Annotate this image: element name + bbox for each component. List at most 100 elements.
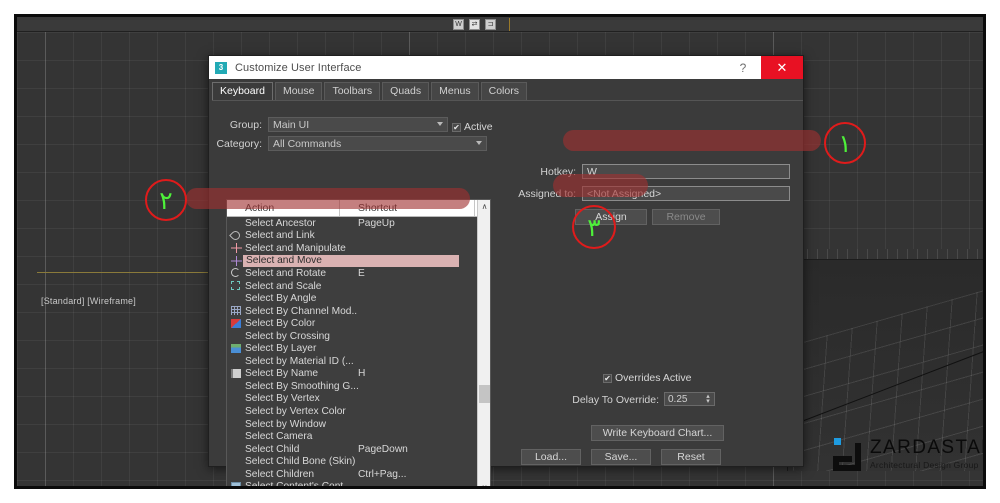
row-icon xyxy=(230,432,243,442)
tab-colors[interactable]: Colors xyxy=(481,82,527,100)
assign-button[interactable]: Assign xyxy=(575,209,647,225)
toolbar-divider xyxy=(509,18,510,31)
list-item[interactable]: Select Camera xyxy=(227,430,490,443)
main-toolbar: W ⇄ ⊐ xyxy=(17,17,983,32)
checkmark-icon: ✔ xyxy=(603,374,612,383)
chevron-down-icon xyxy=(437,122,443,126)
color-icon xyxy=(230,319,243,329)
tab-quads[interactable]: Quads xyxy=(382,82,429,100)
row-icon xyxy=(230,457,243,467)
list-item-action: Select and Scale xyxy=(245,281,358,292)
list-item-action: Select Child Bone (Skin) xyxy=(245,456,358,467)
group-value: Main UI xyxy=(273,119,309,131)
list-item[interactable]: Select By Angle xyxy=(227,292,490,305)
dialog-body: Group: Main UI ✔ Active Category: All Co… xyxy=(209,101,803,471)
select-icon[interactable]: ⊐ xyxy=(485,19,496,30)
move-icon xyxy=(230,256,243,266)
reset-button[interactable]: Reset xyxy=(661,449,721,465)
dialog-titlebar[interactable]: 3 Customize User Interface ? ✕ xyxy=(209,56,803,79)
overrides-active-checkbox[interactable]: ✔ Overrides Active xyxy=(603,372,691,384)
list-item-shortcut: Ctrl+Pag... xyxy=(358,469,468,480)
list-item[interactable]: Select ChildPageDown xyxy=(227,443,490,456)
redo-icon[interactable]: ⇄ xyxy=(469,19,480,30)
scale-icon xyxy=(230,281,243,291)
list-item[interactable]: Select By Color xyxy=(227,317,490,330)
list-item-action: Select By Vertex xyxy=(245,393,358,404)
dialog-title: Customize User Interface xyxy=(235,62,362,74)
load-button[interactable]: Load... xyxy=(521,449,581,465)
action-list-header: Action Shortcut xyxy=(227,200,490,217)
scroll-up-icon[interactable]: ∧ xyxy=(478,200,491,213)
column-header-shortcut: Shortcut xyxy=(340,200,475,216)
list-item[interactable]: Select ChildrenCtrl+Pag... xyxy=(227,468,490,481)
scroll-down-icon[interactable]: ∨ xyxy=(478,481,491,486)
tab-toolbars[interactable]: Toolbars xyxy=(324,82,380,100)
list-item[interactable]: Select and RotateE xyxy=(227,267,490,280)
action-list-scrollbar[interactable]: ∧ ∨ xyxy=(477,200,490,486)
column-header-action: Action xyxy=(227,200,340,216)
tab-keyboard[interactable]: Keyboard xyxy=(212,82,273,100)
list-item-action: Select Child xyxy=(245,444,358,455)
list-item-shortcut: PageUp xyxy=(358,218,468,229)
list-item[interactable]: Select By Smoothing G... xyxy=(227,380,490,393)
stepper-arrows-icon[interactable]: ▴▾ xyxy=(704,394,712,405)
list-item-action: Select and Manipulate xyxy=(245,243,358,254)
close-button[interactable]: ✕ xyxy=(761,56,803,79)
list-item-action: Select By Smoothing G... xyxy=(245,381,358,392)
logo-subtitle: Architectural Design Group xyxy=(870,461,983,470)
list-item-action: Select by Window xyxy=(245,419,358,430)
list-item-action: Select Camera xyxy=(245,431,358,442)
write-keyboard-chart-button[interactable]: Write Keyboard Chart... xyxy=(591,425,724,441)
list-item[interactable]: Select and Scale xyxy=(227,280,490,293)
undo-icon[interactable]: W xyxy=(453,19,464,30)
content-icon xyxy=(230,482,243,486)
row-icon xyxy=(230,218,243,228)
assigned-to-field: <Not Assigned> xyxy=(582,186,790,201)
tab-mouse[interactable]: Mouse xyxy=(275,82,323,100)
grid-icon xyxy=(230,306,243,316)
group-select[interactable]: Main UI xyxy=(268,117,448,132)
row-icon xyxy=(230,419,243,429)
list-item[interactable]: Select by Crossing xyxy=(227,330,490,343)
list-item-action: Select by Vertex Color xyxy=(245,406,358,417)
list-item[interactable]: Select By Vertex xyxy=(227,393,490,406)
action-list[interactable]: Action Shortcut Select and Move Select A… xyxy=(226,199,491,486)
list-item[interactable]: Select Child Bone (Skin) xyxy=(227,455,490,468)
hotkey-input[interactable]: W xyxy=(582,164,790,179)
list-item[interactable]: Select by Material ID (... xyxy=(227,355,490,368)
chevron-down-icon xyxy=(476,141,482,145)
viewport-label: [Standard] [Wireframe] xyxy=(41,296,136,306)
list-item[interactable]: Select and Link xyxy=(227,230,490,243)
list-item-action: Select By Color xyxy=(245,318,358,329)
category-label: Category: xyxy=(209,138,262,150)
move-icon xyxy=(230,243,243,253)
list-item[interactable]: Select By Layer xyxy=(227,342,490,355)
remove-button[interactable]: Remove xyxy=(652,209,720,225)
category-select[interactable]: All Commands xyxy=(268,136,487,151)
row-icon xyxy=(230,331,243,341)
layer-icon xyxy=(230,344,243,354)
list-item[interactable]: Select AncestorPageUp xyxy=(227,217,490,230)
row-icon xyxy=(230,469,243,479)
list-item-shortcut: E xyxy=(358,268,468,279)
help-button[interactable]: ? xyxy=(735,60,751,76)
list-item[interactable]: Select By Channel Mod... xyxy=(227,305,490,318)
active-checkbox[interactable]: ✔ Active xyxy=(452,121,493,133)
list-item-action: Select Content's Cont... xyxy=(245,481,358,486)
delay-to-override-stepper[interactable]: 0.25 ▴▾ xyxy=(664,392,715,406)
rotate-icon xyxy=(230,268,243,278)
list-item[interactable]: Select by Vertex Color xyxy=(227,405,490,418)
list-item[interactable]: Select Content's Cont... xyxy=(227,480,490,486)
scrollbar-thumb[interactable] xyxy=(479,385,490,403)
list-item-action: Select by Material ID (... xyxy=(245,356,358,367)
hotkey-value: W xyxy=(587,166,597,178)
save-button[interactable]: Save... xyxy=(591,449,651,465)
list-item[interactable]: Select By NameH xyxy=(227,368,490,381)
tab-menus[interactable]: Menus xyxy=(431,82,479,100)
logo-title: ZARDASTAN xyxy=(870,438,983,457)
list-item[interactable]: Select by Window xyxy=(227,418,490,431)
3dsmax-application: W ⇄ ⊐ [Standard] [Wireframe] xyxy=(17,17,983,486)
list-item[interactable]: Select and Manipulate xyxy=(227,242,490,255)
list-item-action: Select by Crossing xyxy=(245,331,358,342)
list-item-action: Select Children xyxy=(245,469,358,480)
